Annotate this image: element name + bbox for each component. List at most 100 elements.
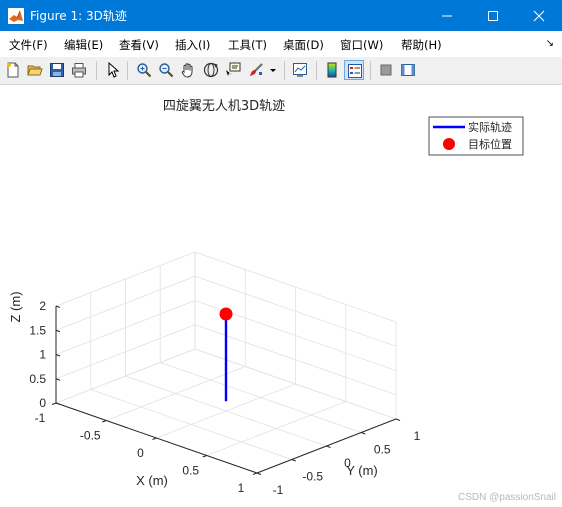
data-tip-icon bbox=[226, 62, 241, 76]
toolbar-separator bbox=[316, 61, 317, 80]
toolbar-separator bbox=[127, 61, 128, 80]
data-cursor-button[interactable] bbox=[223, 60, 243, 80]
toolbar-separator bbox=[96, 61, 97, 80]
y-tick-mark bbox=[256, 472, 262, 475]
colorbar-icon bbox=[327, 62, 337, 78]
save-button[interactable] bbox=[47, 60, 67, 80]
x-tick-label: 0.5 bbox=[182, 464, 199, 478]
y-tick-mark bbox=[361, 432, 366, 435]
pointer-button[interactable] bbox=[103, 60, 123, 80]
x-tick-mark bbox=[102, 420, 107, 423]
zoom-in-button[interactable] bbox=[134, 60, 154, 80]
z-tick-mark bbox=[55, 329, 61, 333]
x-tick-label: 1 bbox=[238, 481, 245, 495]
menu-help[interactable]: 帮助(H) bbox=[401, 37, 442, 53]
z-tick-label: 1.5 bbox=[29, 323, 46, 337]
legend-icon bbox=[348, 64, 362, 78]
toolbar-separator bbox=[284, 61, 285, 80]
z-tick-label: 1 bbox=[39, 348, 46, 362]
open-file-button[interactable] bbox=[25, 60, 45, 80]
minimize-button[interactable] bbox=[424, 0, 470, 31]
show-plot-tools-icon bbox=[401, 64, 415, 76]
y-tick-label: -1 bbox=[273, 483, 284, 497]
window-title-bar[interactable]: Figure 1: 3D轨迹 bbox=[0, 0, 562, 31]
printer-icon bbox=[72, 63, 86, 78]
pan-hand-icon bbox=[181, 63, 193, 78]
z-tick-mark bbox=[55, 305, 61, 308]
brush-dropdown-button[interactable] bbox=[266, 60, 280, 80]
grid-line bbox=[160, 362, 362, 433]
maximize-icon bbox=[488, 11, 498, 21]
menu-insert[interactable]: 插入(I) bbox=[175, 37, 210, 53]
y-tick-label: -0.5 bbox=[302, 470, 323, 484]
zoom-in-icon bbox=[137, 63, 152, 78]
z-axis-label: Z (m) bbox=[8, 291, 23, 322]
toolbar-separator bbox=[370, 61, 371, 80]
menu-edit[interactable]: 编辑(E) bbox=[64, 37, 103, 53]
x-tick-mark bbox=[152, 437, 157, 440]
plot-3d-axes[interactable]: -1-0.500.51 -1-0.500.5100.511.52 四旋翼无人机3D… bbox=[0, 85, 562, 507]
grid-line bbox=[90, 389, 292, 460]
menu-bar: 文件(F) 编辑(E) 查看(V) 插入(I) 工具(T) 桌面(D) 窗口(W… bbox=[0, 31, 562, 57]
legend-entry-trajectory: 实际轨迹 bbox=[468, 120, 512, 134]
chart-title: 四旋翼无人机3D轨迹 bbox=[163, 99, 285, 114]
matlab-logo-icon bbox=[8, 8, 24, 24]
show-plot-tools-button[interactable] bbox=[398, 60, 418, 80]
menu-overflow-arrow-icon[interactable]: ↘ bbox=[546, 38, 554, 49]
figure-toolbar bbox=[0, 57, 562, 85]
y-tick-mark bbox=[291, 459, 296, 462]
watermark: CSDN @passionSnail bbox=[458, 492, 556, 503]
save-disk-icon bbox=[50, 63, 64, 77]
z-tick-label: 0.5 bbox=[29, 372, 46, 386]
z-tick-label: 0 bbox=[39, 396, 46, 410]
new-figure-button[interactable] bbox=[3, 60, 23, 80]
z-tick-mark bbox=[55, 354, 61, 357]
x-tick-label: -0.5 bbox=[80, 429, 101, 443]
colorbar-button[interactable] bbox=[322, 60, 342, 80]
y-tick-label: 1 bbox=[414, 429, 421, 443]
zoom-out-icon bbox=[159, 63, 174, 78]
folder-open-icon bbox=[27, 65, 43, 76]
legend-marker-swatch bbox=[443, 138, 455, 150]
x-tick-label: -1 bbox=[35, 411, 46, 425]
x-tick-label: 0 bbox=[137, 446, 144, 460]
z-tick-mark bbox=[55, 378, 61, 381]
menu-tools[interactable]: 工具(T) bbox=[228, 37, 267, 53]
window-title: Figure 1: 3D轨迹 bbox=[30, 9, 127, 23]
y-tick-label: 0.5 bbox=[374, 443, 391, 457]
hide-plot-tools-button[interactable] bbox=[376, 60, 396, 80]
new-file-icon bbox=[7, 62, 19, 78]
y-axis-label: Y (m) bbox=[346, 463, 378, 478]
maximize-button[interactable] bbox=[470, 0, 516, 31]
legend-entry-target: 目标位置 bbox=[468, 137, 512, 151]
z-tick-mark bbox=[55, 402, 61, 405]
menu-file[interactable]: 文件(F) bbox=[9, 37, 48, 53]
brush-button[interactable] bbox=[246, 60, 266, 80]
link-plot-icon bbox=[293, 63, 307, 77]
minimize-icon bbox=[442, 15, 452, 17]
rotate-3d-icon bbox=[203, 62, 219, 78]
close-icon bbox=[533, 10, 545, 22]
x-axis-label: X (m) bbox=[136, 473, 168, 488]
zoom-out-button[interactable] bbox=[156, 60, 176, 80]
brush-icon bbox=[250, 63, 263, 76]
close-button[interactable] bbox=[516, 0, 562, 31]
x-tick-mark bbox=[202, 455, 207, 458]
print-button[interactable] bbox=[69, 60, 89, 80]
x-tick-mark bbox=[51, 402, 57, 405]
menu-window[interactable]: 窗口(W) bbox=[340, 37, 383, 53]
figure-canvas[interactable]: -1 -0.5 0 0.5 1 -1 -0.5 0 0.5 1 0 0.5 1 1.5 2 四旋翼无人机3D… bbox=[0, 85, 562, 507]
rotate-3d-button[interactable] bbox=[201, 60, 221, 80]
menu-view[interactable]: 查看(V) bbox=[119, 37, 159, 53]
z-tick-label: 2 bbox=[39, 299, 46, 313]
y-tick-mark bbox=[395, 418, 401, 421]
legend-button[interactable] bbox=[344, 60, 364, 80]
link-plot-button[interactable] bbox=[290, 60, 310, 80]
y-tick-mark bbox=[326, 445, 331, 448]
dropdown-arrow-icon bbox=[270, 69, 276, 72]
legend[interactable]: 实际轨迹 目标位置 bbox=[428, 116, 524, 156]
menu-desktop[interactable]: 桌面(D) bbox=[283, 37, 324, 53]
arrow-cursor-icon bbox=[108, 62, 120, 78]
target-marker bbox=[219, 307, 233, 321]
pan-button[interactable] bbox=[178, 60, 198, 80]
